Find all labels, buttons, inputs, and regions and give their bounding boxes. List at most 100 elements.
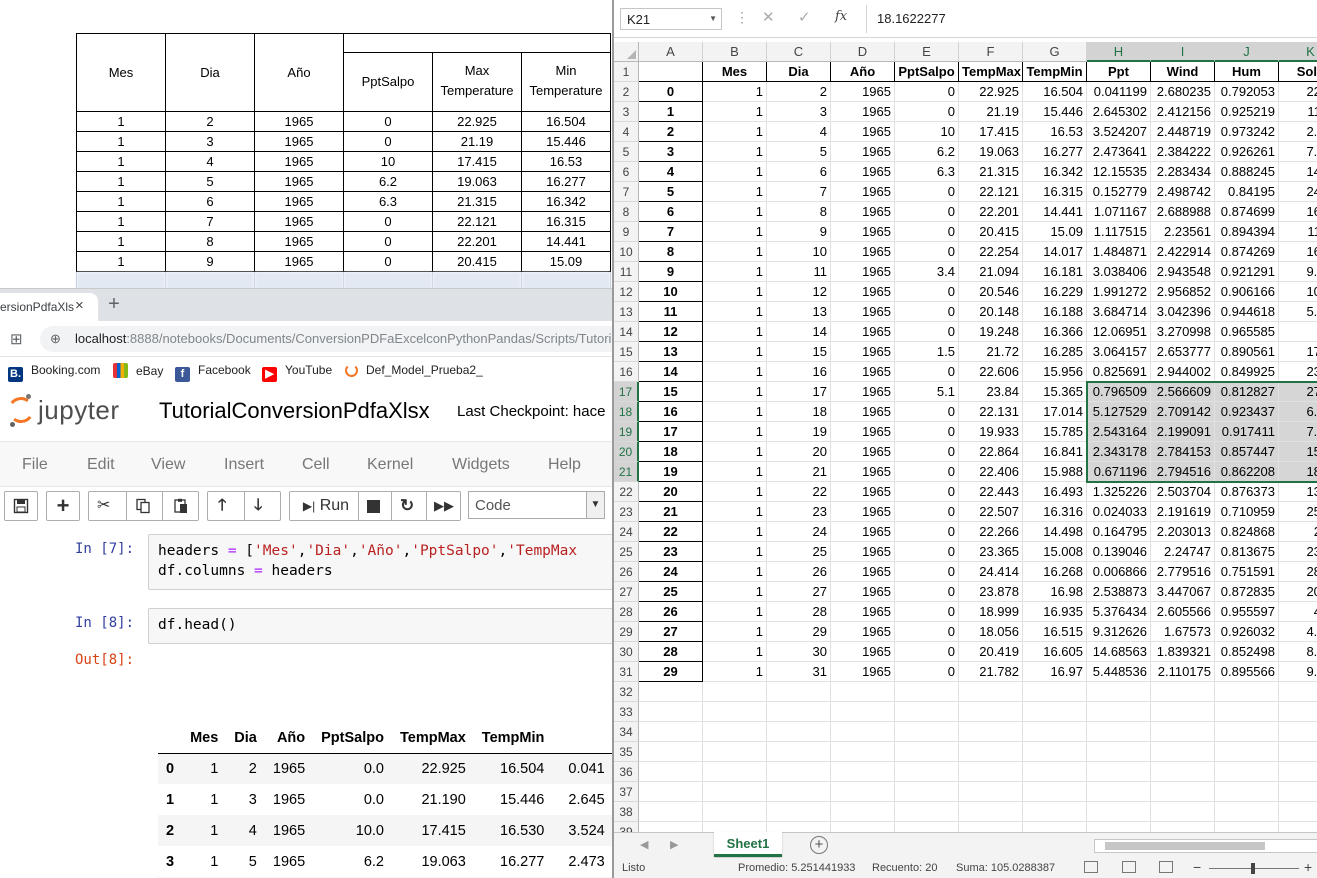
grid-cell[interactable]: 2.110175 <box>1151 662 1215 682</box>
grid-cell[interactable]: 0.857447 <box>1215 442 1279 462</box>
grid-cell[interactable]: 1965 <box>831 202 895 222</box>
grid-cell[interactable] <box>1087 702 1151 722</box>
row-header[interactable]: 10 <box>614 242 639 262</box>
grid-cell[interactable]: 1.117515 <box>1087 222 1151 242</box>
chevron-down-icon[interactable]: ▼ <box>709 14 717 23</box>
grid-cell[interactable]: 0.824868 <box>1215 522 1279 542</box>
grid-cell[interactable] <box>1215 802 1279 822</box>
index-cell[interactable]: 29 <box>639 662 703 682</box>
grid-cell[interactable]: 16.841 <box>1023 442 1087 462</box>
grid-cell[interactable]: 1 <box>703 542 767 562</box>
grid-cell[interactable]: 1.071167 <box>1087 202 1151 222</box>
grid-cell[interactable]: 0 <box>895 602 959 622</box>
grid-cell[interactable]: 15.956 <box>1023 362 1087 382</box>
column-header-j[interactable]: J <box>1215 42 1279 62</box>
code-cell-headers[interactable]: headers = ['Mes','Dia','Año','PptSalpo',… <box>148 534 612 590</box>
grid-cell[interactable]: 2.422914 <box>1151 242 1215 262</box>
index-cell[interactable]: 6 <box>639 202 703 222</box>
grid-cell[interactable]: 0.874699 <box>1215 202 1279 222</box>
index-cell[interactable]: 27 <box>639 622 703 642</box>
grid-cell[interactable] <box>1215 742 1279 762</box>
grid-cell[interactable] <box>767 702 831 722</box>
grid-cell[interactable] <box>1151 722 1215 742</box>
header-cell[interactable]: Sola <box>1279 62 1317 82</box>
grid-cell[interactable]: 0 <box>895 202 959 222</box>
grid-cell[interactable]: 1 <box>703 162 767 182</box>
grid-cell[interactable]: 0.926032 <box>1215 622 1279 642</box>
grid-cell[interactable] <box>639 742 703 762</box>
grid-cell[interactable]: 2 <box>767 82 831 102</box>
grid-cell[interactable]: 1965 <box>831 602 895 622</box>
header-cell[interactable]: Dia <box>767 62 831 82</box>
column-header-i[interactable]: I <box>1151 42 1215 62</box>
header-cell[interactable]: Mes <box>703 62 767 82</box>
bookmark-facebook[interactable]: fFacebook <box>175 363 251 382</box>
grid-cell[interactable]: 1965 <box>831 462 895 482</box>
menu-edit[interactable]: Edit <box>87 456 115 474</box>
grid-cell[interactable]: 20 <box>767 442 831 462</box>
index-cell[interactable]: 19 <box>639 462 703 482</box>
index-cell[interactable]: 28 <box>639 642 703 662</box>
grid-cell[interactable]: 0 <box>895 422 959 442</box>
grid-cell[interactable] <box>959 802 1023 822</box>
index-cell[interactable]: 0 <box>639 82 703 102</box>
grid-cell[interactable] <box>1151 802 1215 822</box>
column-header-f[interactable]: F <box>959 42 1023 62</box>
grid-cell[interactable]: 1 <box>703 382 767 402</box>
select-all-corner[interactable] <box>614 42 639 62</box>
grid-cell[interactable]: 16.188 <box>1023 302 1087 322</box>
grid-cell[interactable]: 2.964 <box>1279 122 1317 142</box>
grid-cell[interactable]: 1965 <box>831 242 895 262</box>
grid-cell[interactable]: 0.825691 <box>1087 362 1151 382</box>
grid-cell[interactable]: 1965 <box>831 102 895 122</box>
index-cell[interactable]: 2 <box>639 122 703 142</box>
grid-cell[interactable]: 1 <box>703 322 767 342</box>
insert-cell-button[interactable]: + <box>46 491 80 521</box>
grid-cell[interactable]: 1965 <box>831 482 895 502</box>
grid-cell[interactable]: 22.925 <box>959 82 1023 102</box>
grid-cell[interactable] <box>703 722 767 742</box>
grid-cell[interactable]: 0 <box>895 242 959 262</box>
grid-cell[interactable] <box>1279 742 1317 762</box>
grid-cell[interactable]: 6.2 <box>895 142 959 162</box>
grid-cell[interactable]: 1965 <box>831 342 895 362</box>
grid-cell[interactable]: 21 <box>767 462 831 482</box>
grid-cell[interactable] <box>1151 702 1215 722</box>
grid-cell[interactable]: 1 <box>703 202 767 222</box>
grid-cell[interactable]: 16.366 <box>1023 322 1087 342</box>
grid-cell[interactable] <box>639 762 703 782</box>
formula-input[interactable]: 18.1622277 <box>866 5 1317 33</box>
grid-cell[interactable]: 14.498 <box>1023 522 1087 542</box>
grid-cell[interactable]: 0.006866 <box>1087 562 1151 582</box>
grid-cell[interactable]: 5.448536 <box>1087 662 1151 682</box>
grid-cell[interactable]: 22.864 <box>959 442 1023 462</box>
browser-tab[interactable]: ersionPdfaXls × <box>0 293 98 321</box>
check-icon[interactable]: ✓ <box>798 8 811 26</box>
grid-cell[interactable]: 1 <box>703 222 767 242</box>
grid-cell[interactable]: 0 <box>895 362 959 382</box>
row-header[interactable]: 1 <box>614 62 639 82</box>
save-button[interactable] <box>4 491 38 521</box>
grid-cell[interactable]: 1 <box>703 622 767 642</box>
grid-cell[interactable]: 0.917411 <box>1215 422 1279 442</box>
grid-cell[interactable]: 0.862208 <box>1215 462 1279 482</box>
bookmark-booking-com[interactable]: B.Booking.com <box>8 363 100 382</box>
notebook-title[interactable]: TutorialConversionPdfaXlsx <box>159 398 430 424</box>
grid-cell[interactable]: 3.064157 <box>1087 342 1151 362</box>
grid-cell[interactable]: 22 <box>767 482 831 502</box>
grid-cell[interactable]: 13.92 <box>1279 482 1317 502</box>
grid-cell[interactable]: 9 <box>767 222 831 242</box>
grid-cell[interactable]: 23 <box>767 502 831 522</box>
grid-cell[interactable]: 2.688988 <box>1151 202 1215 222</box>
grid-cell[interactable]: 0 <box>895 542 959 562</box>
grid-cell[interactable]: 16.605 <box>1023 642 1087 662</box>
grid-cell[interactable] <box>959 682 1023 702</box>
grid-cell[interactable]: 23.84 <box>959 382 1023 402</box>
grid-cell[interactable]: 0 <box>895 462 959 482</box>
add-sheet-button[interactable]: + <box>810 836 828 854</box>
grid-cell[interactable]: 0.812827 <box>1215 382 1279 402</box>
grid-cell[interactable] <box>959 782 1023 802</box>
grid-cell[interactable]: 5.694 <box>1279 302 1317 322</box>
grid-cell[interactable]: 0.894394 <box>1215 222 1279 242</box>
stop-icon[interactable] <box>367 500 380 513</box>
